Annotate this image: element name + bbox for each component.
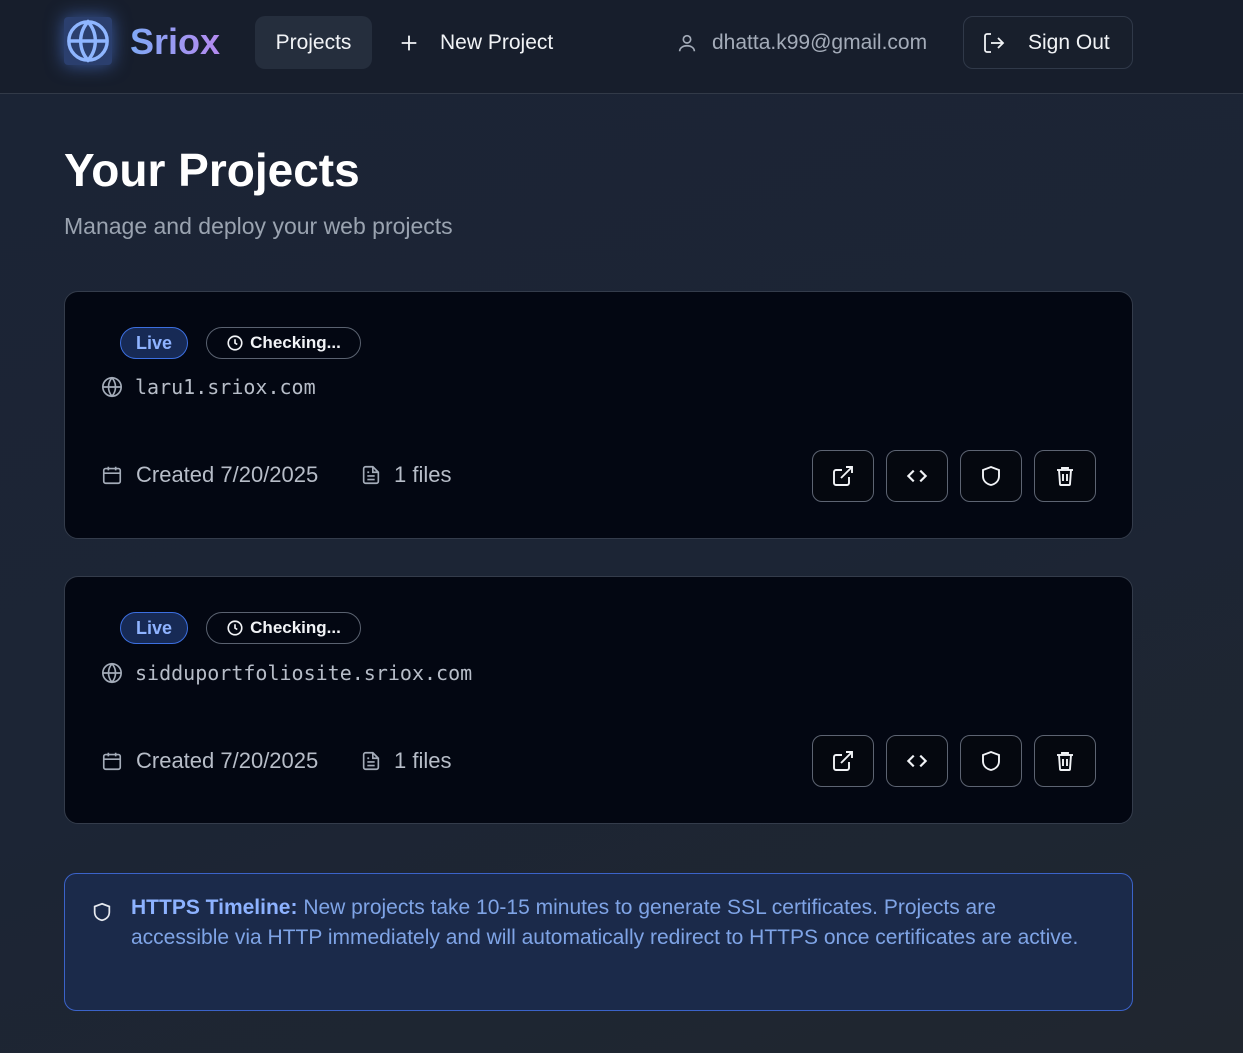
status-badge: Live — [120, 612, 188, 644]
status-badge: Live — [120, 327, 188, 359]
page-subtitle: Manage and deploy your web projects — [64, 213, 453, 239]
trash-icon — [1057, 752, 1073, 771]
trash-icon — [1057, 467, 1073, 486]
plus-icon — [401, 35, 417, 50]
user-icon — [678, 34, 696, 51]
shield-icon — [93, 902, 111, 922]
logo[interactable] — [64, 17, 112, 65]
delete-button[interactable] — [1034, 735, 1096, 787]
ssl-button[interactable] — [960, 450, 1022, 502]
code-icon — [906, 754, 928, 768]
calendar-icon — [102, 752, 122, 771]
ssl-status-badge: Checking... — [206, 327, 361, 359]
sign-out-label: Sign Out — [1028, 30, 1110, 54]
files-text: 1 files — [394, 748, 452, 773]
external-link-icon — [833, 751, 853, 771]
project-card: Live Checking... laru1.sriox.com Created… — [64, 291, 1133, 539]
delete-button[interactable] — [1034, 450, 1096, 502]
ssl-status-label: Checking... — [250, 618, 341, 637]
domain-text: sidduportfoliosite.sriox.com — [135, 661, 473, 685]
notice-label: HTTPS Timeline: — [131, 896, 298, 919]
file-count: 1 files — [360, 460, 451, 490]
created-text: Created 7/20/2025 — [136, 462, 319, 487]
view-code-button[interactable] — [886, 735, 948, 787]
user-info: dhatta.k99@gmail.com — [676, 16, 927, 69]
project-domain[interactable]: sidduportfoliosite.sriox.com — [101, 658, 472, 688]
page-title: Your Projects — [64, 144, 360, 196]
code-icon — [906, 469, 928, 483]
created-date: Created 7/20/2025 — [101, 746, 318, 776]
top-nav: Sriox Projects New Project dhatta.k99@gm… — [0, 0, 1243, 94]
external-link-icon — [833, 466, 853, 486]
ssl-button[interactable] — [960, 735, 1022, 787]
open-site-button[interactable] — [812, 735, 874, 787]
created-date: Created 7/20/2025 — [101, 460, 318, 490]
new-project-label: New Project — [440, 30, 554, 54]
ssl-status-label: Checking... — [250, 333, 341, 352]
files-text: 1 files — [394, 462, 452, 487]
globe-icon — [102, 662, 122, 684]
brand-name[interactable]: Sriox — [130, 20, 220, 64]
file-text-icon — [362, 751, 380, 771]
view-code-button[interactable] — [886, 450, 948, 502]
ssl-status-badge: Checking... — [206, 612, 361, 644]
created-text: Created 7/20/2025 — [136, 748, 319, 773]
https-notice: HTTPS Timeline: New projects take 10-15 … — [64, 873, 1133, 1011]
sign-out-button[interactable]: Sign Out — [963, 16, 1133, 69]
file-text-icon — [362, 465, 380, 485]
new-project-button[interactable]: New Project — [388, 16, 563, 69]
globe-icon — [102, 376, 122, 398]
shield-icon — [982, 750, 1000, 771]
domain-text: laru1.sriox.com — [135, 375, 316, 399]
clock-icon — [227, 335, 243, 351]
calendar-icon — [102, 466, 122, 485]
globe-icon — [67, 19, 109, 63]
notice-text: HTTPS Timeline: New projects take 10-15 … — [131, 893, 1091, 953]
project-domain[interactable]: laru1.sriox.com — [101, 372, 316, 402]
open-site-button[interactable] — [812, 450, 874, 502]
nav-projects-button[interactable]: Projects — [255, 16, 372, 69]
log-out-icon — [984, 32, 1005, 53]
project-card: Live Checking... sidduportfoliosite.srio… — [64, 576, 1133, 824]
file-count: 1 files — [360, 746, 451, 776]
shield-icon — [982, 465, 1000, 486]
clock-icon — [227, 620, 243, 636]
user-email: dhatta.k99@gmail.com — [712, 30, 928, 54]
